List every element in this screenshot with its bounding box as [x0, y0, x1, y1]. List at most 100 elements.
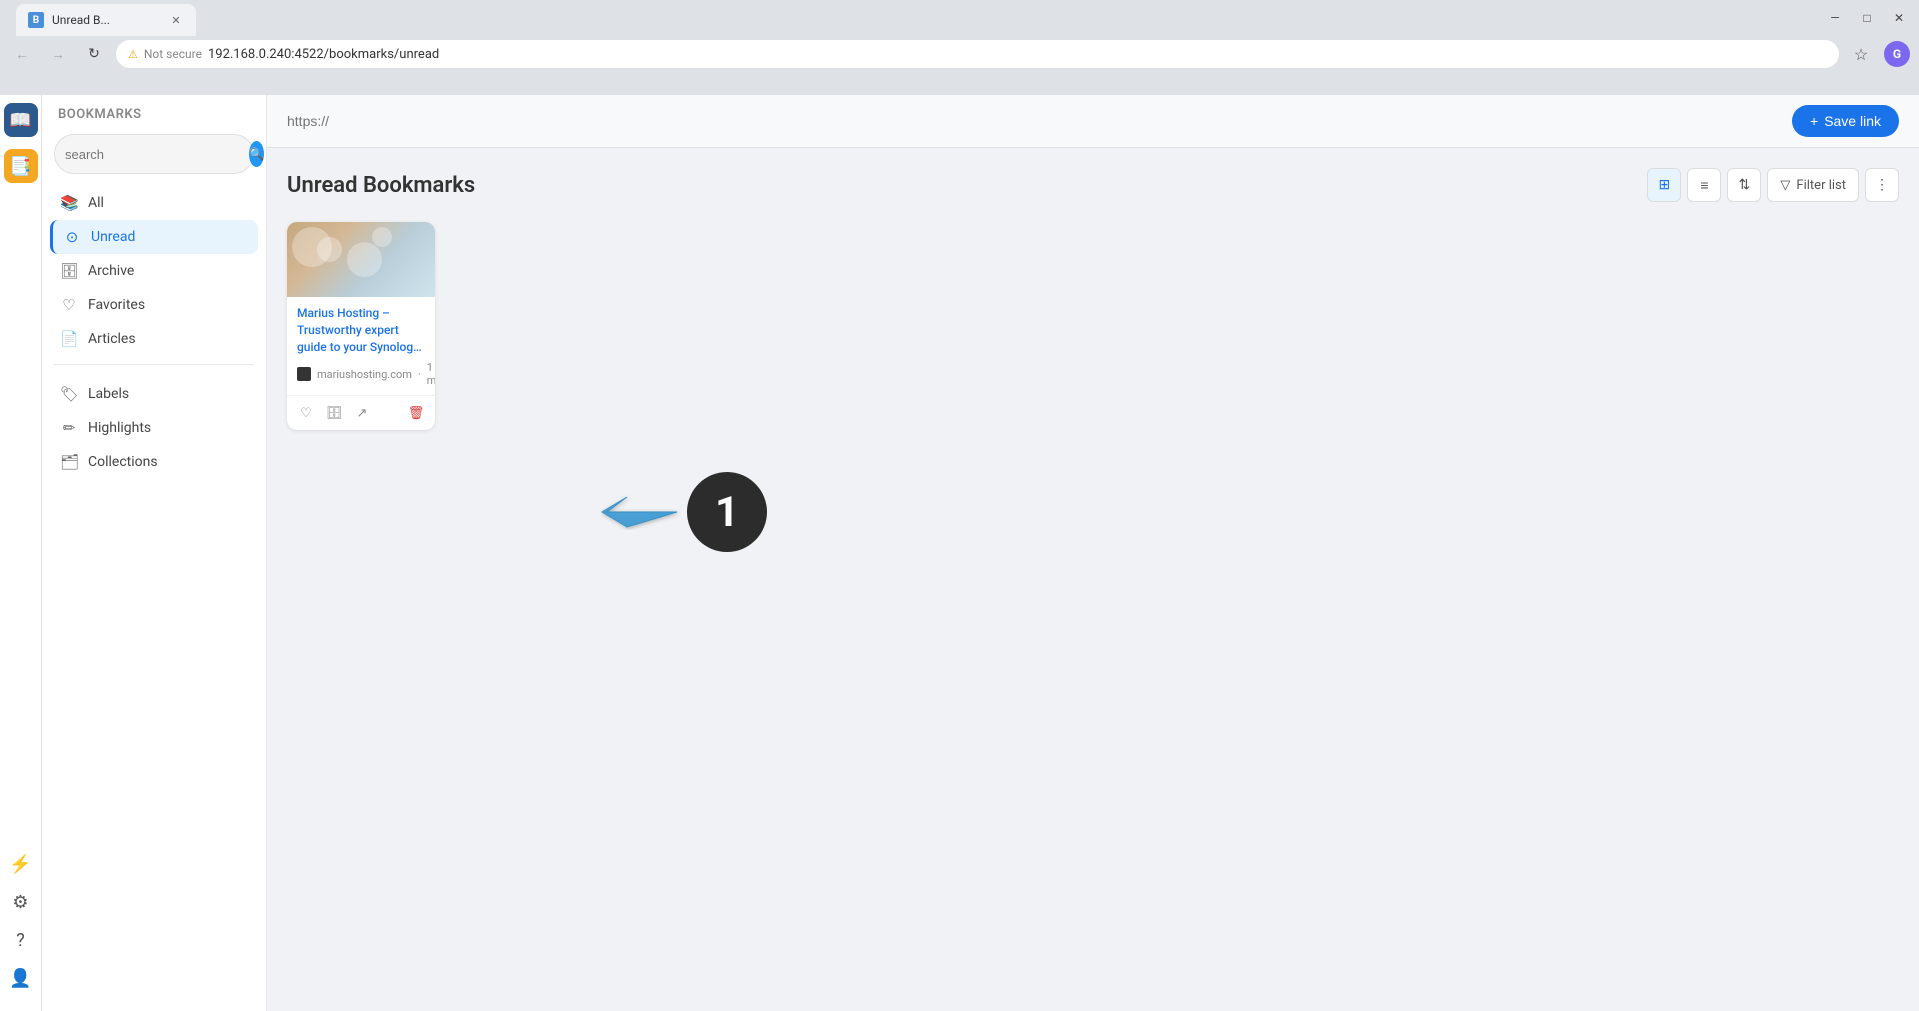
card-dot: · — [418, 368, 421, 381]
sort-button[interactable]: ⇅ — [1727, 168, 1761, 202]
sidebar-item-articles-label: Articles — [88, 331, 136, 347]
bookmark-card[interactable]: Marius Hosting – Trustworthy expert guid… — [287, 222, 435, 430]
toolbar-actions: ⊞ ≡ ⇅ ▽ Filter list ⋮ — [1647, 168, 1899, 202]
save-link-label: Save link — [1824, 113, 1881, 129]
url-input[interactable] — [287, 113, 1782, 129]
icon-rail: 📖 📑 ⚡ ⚙ ? 👤 — [0, 95, 42, 1011]
back-button[interactable]: ← — [8, 40, 36, 68]
card-external-link-button[interactable]: ↗ — [351, 402, 373, 424]
save-link-plus-icon: + — [1810, 113, 1818, 129]
card-favorite-button[interactable]: ♡ — [295, 402, 317, 424]
page-title: Unread Bookmarks — [287, 173, 475, 198]
bokeh-decoration — [347, 242, 382, 277]
sidebar-item-all[interactable]: 📚 All — [50, 186, 258, 220]
favorites-icon: ♡ — [60, 296, 78, 314]
card-meta: mariushosting.com · 1 min — [297, 361, 425, 387]
sidebar-item-unread-label: Unread — [91, 229, 135, 245]
user-icon[interactable]: 👤 — [4, 961, 38, 995]
annotation-arrow — [567, 472, 687, 552]
sidebar-item-collections[interactable]: 🗂 Collections — [50, 445, 258, 479]
search-button[interactable]: 🔍 — [249, 141, 264, 167]
search-container: 🔍 — [42, 134, 266, 186]
sidebar-item-collections-label: Collections — [88, 454, 158, 470]
card-favicon — [297, 367, 311, 381]
sidebar-item-labels-label: Labels — [88, 386, 129, 402]
list-view-button[interactable]: ≡ — [1687, 168, 1721, 202]
address-text: 192.168.0.240:4522/bookmarks/unread — [208, 47, 1827, 62]
card-archive-button[interactable]: 🗄 — [323, 402, 345, 424]
account-button[interactable]: G — [1883, 40, 1911, 68]
tab-bar: B Unread B... ✕ — [8, 0, 1819, 36]
filter-list-button[interactable]: ▽ Filter list — [1767, 168, 1859, 202]
archive-icon: 🗄 — [60, 262, 78, 280]
unread-icon: ⊙ — [63, 228, 81, 246]
sidebar-item-labels[interactable]: 🏷 Labels — [50, 377, 258, 411]
sidebar-item-highlights-label: Highlights — [88, 420, 151, 436]
account-avatar: G — [1884, 41, 1910, 67]
search-box: 🔍 — [54, 134, 254, 174]
sidebar-item-all-label: All — [88, 195, 104, 211]
security-label: Not secure — [144, 47, 202, 61]
help-icon[interactable]: ? — [4, 923, 38, 957]
main-content: + Save link Unread Bookmarks ⊞ ≡ ⇅ ▽ Fil… — [267, 95, 1919, 1011]
title-bar: B Unread B... ✕ — □ ✕ — [0, 0, 1919, 36]
card-domain: mariushosting.com — [317, 368, 412, 381]
highlights-icon: ✏ — [60, 419, 78, 437]
all-icon: 📚 — [60, 194, 78, 212]
sidebar-nav: 📚 All ⊙ Unread 🗄 Archive ♡ Favorites 📄 A… — [42, 186, 266, 356]
tab-close-button[interactable]: ✕ — [168, 12, 184, 28]
forward-button[interactable]: → — [44, 40, 72, 68]
articles-icon: 📄 — [60, 330, 78, 348]
card-delete-button[interactable]: 🗑 — [405, 402, 427, 424]
card-title: Marius Hosting – Trustworthy expert guid… — [297, 305, 425, 355]
bokeh-decoration — [372, 227, 392, 247]
close-button[interactable]: ✕ — [1887, 6, 1911, 30]
security-icon: ⚠ — [128, 48, 138, 61]
card-thumbnail — [287, 222, 435, 297]
search-input[interactable] — [65, 147, 241, 162]
tab-title: Unread B... — [52, 13, 160, 27]
sidebar-item-favorites[interactable]: ♡ Favorites — [50, 288, 258, 322]
app-layout: 📖 📑 ⚡ ⚙ ? 👤 BOOKMARKS 🔍 📚 All ⊙ Unread — [0, 95, 1919, 1011]
refresh-button[interactable]: ↻ — [80, 40, 108, 68]
annotation-number: 1 — [687, 472, 767, 552]
address-bar-row: ← → ↻ ⚠ Not secure 192.168.0.240:4522/bo… — [0, 36, 1919, 72]
filter-list-label: Filter list — [1796, 178, 1846, 193]
sidebar-item-archive[interactable]: 🗄 Archive — [50, 254, 258, 288]
sidebar-header: BOOKMARKS — [42, 107, 266, 134]
annotation-overlay: 1 — [567, 472, 767, 552]
card-actions: ♡ 🗄 ↗ 🗑 — [287, 395, 435, 430]
collections-icon: 🗂 — [60, 453, 78, 471]
bookmark-star-button[interactable]: ☆ — [1847, 40, 1875, 68]
bokeh-decoration — [317, 237, 342, 262]
address-bar[interactable]: ⚠ Not secure 192.168.0.240:4522/bookmark… — [116, 40, 1839, 68]
labels-icon: 🏷 — [60, 385, 78, 403]
sidebar-divider — [54, 364, 254, 365]
minimize-button[interactable]: — — [1823, 6, 1847, 30]
maximize-button[interactable]: □ — [1855, 6, 1879, 30]
sidebar-section: 🏷 Labels ✏ Highlights 🗂 Collections — [42, 373, 266, 483]
save-link-bar: + Save link — [267, 95, 1919, 148]
sidebar-item-highlights[interactable]: ✏ Highlights — [50, 411, 258, 445]
content-header: Unread Bookmarks ⊞ ≡ ⇅ ▽ Filter list ⋮ — [287, 168, 1899, 202]
card-body: Marius Hosting – Trustworthy expert guid… — [287, 297, 435, 395]
save-link-button[interactable]: + Save link — [1792, 105, 1899, 137]
window-controls: — □ ✕ — [1823, 6, 1911, 30]
browser-chrome: B Unread B... ✕ — □ ✕ ← → ↻ ⚠ Not secure… — [0, 0, 1919, 95]
settings-icon[interactable]: ⚙ — [4, 885, 38, 919]
slash-icon[interactable]: ⚡ — [4, 847, 38, 881]
sidebar-item-favorites-label: Favorites — [88, 297, 145, 313]
grid-view-button[interactable]: ⊞ — [1647, 168, 1681, 202]
more-options-button[interactable]: ⋮ — [1865, 168, 1899, 202]
sidebar-item-articles[interactable]: 📄 Articles — [50, 322, 258, 356]
filter-icon: ▽ — [1780, 178, 1790, 193]
rail-bookmarks-icon[interactable]: 📑 — [4, 149, 38, 183]
sidebar: BOOKMARKS 🔍 📚 All ⊙ Unread 🗄 Archive ♡ — [42, 95, 267, 1011]
browser-tab[interactable]: B Unread B... ✕ — [16, 4, 196, 36]
sidebar-item-unread[interactable]: ⊙ Unread — [50, 220, 258, 254]
rail-bottom: ⚡ ⚙ ? 👤 — [4, 847, 38, 1003]
content-area: Unread Bookmarks ⊞ ≡ ⇅ ▽ Filter list ⋮ — [267, 148, 1919, 1011]
thumbnail-gradient — [287, 222, 435, 297]
app-logo-icon: 📖 — [4, 103, 38, 137]
card-read-time: 1 min — [427, 361, 435, 387]
